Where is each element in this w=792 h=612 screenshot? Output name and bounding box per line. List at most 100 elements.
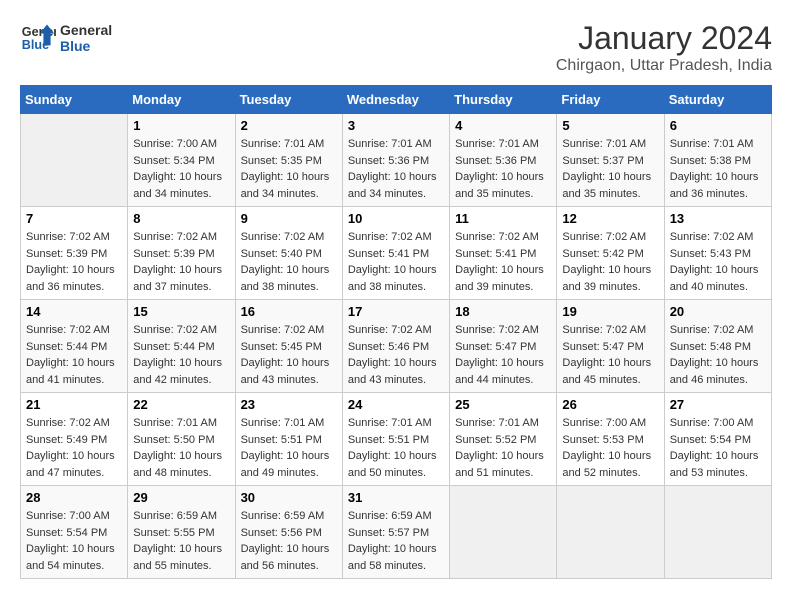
calendar-cell: 30 Sunrise: 6:59 AM Sunset: 5:56 PM Dayli…: [235, 486, 342, 579]
logo-line1: General: [60, 22, 112, 38]
day-info: Sunrise: 7:02 AM Sunset: 5:44 PM Dayligh…: [26, 322, 122, 388]
calendar-cell: 24 Sunrise: 7:01 AM Sunset: 5:51 PM Dayli…: [342, 393, 449, 486]
day-number: 19: [562, 304, 658, 319]
calendar-table: SundayMondayTuesdayWednesdayThursdayFrid…: [20, 85, 772, 579]
day-info: Sunrise: 7:00 AM Sunset: 5:54 PM Dayligh…: [670, 415, 766, 481]
day-info: Sunrise: 7:01 AM Sunset: 5:36 PM Dayligh…: [455, 136, 551, 202]
page-header: General Blue General Blue January 2024 C…: [20, 20, 772, 75]
day-info: Sunrise: 7:01 AM Sunset: 5:35 PM Dayligh…: [241, 136, 337, 202]
logo-line2: Blue: [60, 38, 112, 54]
calendar-cell: 6 Sunrise: 7:01 AM Sunset: 5:38 PM Daylig…: [664, 114, 771, 207]
week-row-1: 7 Sunrise: 7:02 AM Sunset: 5:39 PM Daylig…: [21, 207, 772, 300]
day-number: 12: [562, 211, 658, 226]
calendar-cell: 3 Sunrise: 7:01 AM Sunset: 5:36 PM Daylig…: [342, 114, 449, 207]
day-number: 15: [133, 304, 229, 319]
day-info: Sunrise: 7:01 AM Sunset: 5:51 PM Dayligh…: [348, 415, 444, 481]
calendar-cell: 21 Sunrise: 7:02 AM Sunset: 5:49 PM Dayli…: [21, 393, 128, 486]
title-block: January 2024 Chirgaon, Uttar Pradesh, In…: [556, 20, 772, 75]
day-number: 11: [455, 211, 551, 226]
calendar-cell: 28Sunrise: 7:00 AM Sunset: 5:54 PM Dayli…: [21, 486, 128, 579]
day-number: 29: [133, 490, 229, 505]
day-number: 31: [348, 490, 444, 505]
day-info: Sunrise: 7:02 AM Sunset: 5:44 PM Dayligh…: [133, 322, 229, 388]
day-number: 14: [26, 304, 122, 319]
day-number: 8: [133, 211, 229, 226]
day-number: 18: [455, 304, 551, 319]
calendar-cell: 23Sunrise: 7:01 AM Sunset: 5:51 PM Dayli…: [235, 393, 342, 486]
day-info: Sunrise: 7:02 AM Sunset: 5:45 PM Dayligh…: [241, 322, 337, 388]
calendar-cell: 25Sunrise: 7:01 AM Sunset: 5:52 PM Dayli…: [450, 393, 557, 486]
day-number: 4: [455, 118, 551, 133]
day-info: Sunrise: 7:00 AM Sunset: 5:53 PM Dayligh…: [562, 415, 658, 481]
calendar-cell: 1 Sunrise: 7:00 AM Sunset: 5:34 PM Daylig…: [128, 114, 235, 207]
calendar-cell: 27 Sunrise: 7:00 AM Sunset: 5:54 PM Dayli…: [664, 393, 771, 486]
calendar-cell: 19 Sunrise: 7:02 AM Sunset: 5:47 PM Dayli…: [557, 300, 664, 393]
week-row-4: 28Sunrise: 7:00 AM Sunset: 5:54 PM Dayli…: [21, 486, 772, 579]
week-row-0: 1 Sunrise: 7:00 AM Sunset: 5:34 PM Daylig…: [21, 114, 772, 207]
day-number: 27: [670, 397, 766, 412]
day-number: 26: [562, 397, 658, 412]
day-info: Sunrise: 6:59 AM Sunset: 5:55 PM Dayligh…: [133, 508, 229, 574]
week-row-2: 14 Sunrise: 7:02 AM Sunset: 5:44 PM Dayli…: [21, 300, 772, 393]
calendar-subtitle: Chirgaon, Uttar Pradesh, India: [556, 57, 772, 75]
day-number: 7: [26, 211, 122, 226]
day-number: 3: [348, 118, 444, 133]
day-info: Sunrise: 7:01 AM Sunset: 5:51 PM Dayligh…: [241, 415, 337, 481]
calendar-cell: 18 Sunrise: 7:02 AM Sunset: 5:47 PM Dayli…: [450, 300, 557, 393]
day-number: 28: [26, 490, 122, 505]
calendar-cell: 12Sunrise: 7:02 AM Sunset: 5:42 PM Dayli…: [557, 207, 664, 300]
calendar-cell: 7 Sunrise: 7:02 AM Sunset: 5:39 PM Daylig…: [21, 207, 128, 300]
calendar-cell: 31 Sunrise: 6:59 AM Sunset: 5:57 PM Dayli…: [342, 486, 449, 579]
day-number: 17: [348, 304, 444, 319]
header-cell-saturday: Saturday: [664, 86, 771, 114]
day-info: Sunrise: 6:59 AM Sunset: 5:57 PM Dayligh…: [348, 508, 444, 574]
day-number: 1: [133, 118, 229, 133]
day-info: Sunrise: 7:02 AM Sunset: 5:46 PM Dayligh…: [348, 322, 444, 388]
calendar-cell: 13 Sunrise: 7:02 AM Sunset: 5:43 PM Dayli…: [664, 207, 771, 300]
calendar-cell: 20Sunrise: 7:02 AM Sunset: 5:48 PM Dayli…: [664, 300, 771, 393]
day-info: Sunrise: 7:02 AM Sunset: 5:39 PM Dayligh…: [26, 229, 122, 295]
week-row-3: 21 Sunrise: 7:02 AM Sunset: 5:49 PM Dayli…: [21, 393, 772, 486]
day-number: 30: [241, 490, 337, 505]
header-cell-wednesday: Wednesday: [342, 86, 449, 114]
day-info: Sunrise: 7:01 AM Sunset: 5:36 PM Dayligh…: [348, 136, 444, 202]
calendar-cell: [557, 486, 664, 579]
calendar-cell: [450, 486, 557, 579]
day-info: Sunrise: 7:02 AM Sunset: 5:48 PM Dayligh…: [670, 322, 766, 388]
calendar-cell: 10Sunrise: 7:02 AM Sunset: 5:41 PM Dayli…: [342, 207, 449, 300]
day-number: 22: [133, 397, 229, 412]
header-row: SundayMondayTuesdayWednesdayThursdayFrid…: [21, 86, 772, 114]
day-number: 24: [348, 397, 444, 412]
day-info: Sunrise: 7:02 AM Sunset: 5:39 PM Dayligh…: [133, 229, 229, 295]
day-info: Sunrise: 7:02 AM Sunset: 5:47 PM Dayligh…: [455, 322, 551, 388]
day-number: 25: [455, 397, 551, 412]
day-number: 16: [241, 304, 337, 319]
day-info: Sunrise: 7:02 AM Sunset: 5:41 PM Dayligh…: [455, 229, 551, 295]
day-info: Sunrise: 7:02 AM Sunset: 5:47 PM Dayligh…: [562, 322, 658, 388]
day-number: 6: [670, 118, 766, 133]
day-number: 5: [562, 118, 658, 133]
header-cell-friday: Friday: [557, 86, 664, 114]
day-info: Sunrise: 7:02 AM Sunset: 5:43 PM Dayligh…: [670, 229, 766, 295]
day-info: Sunrise: 7:02 AM Sunset: 5:49 PM Dayligh…: [26, 415, 122, 481]
header-cell-sunday: Sunday: [21, 86, 128, 114]
header-cell-thursday: Thursday: [450, 86, 557, 114]
header-cell-tuesday: Tuesday: [235, 86, 342, 114]
calendar-cell: 11 Sunrise: 7:02 AM Sunset: 5:41 PM Dayli…: [450, 207, 557, 300]
day-number: 21: [26, 397, 122, 412]
day-info: Sunrise: 6:59 AM Sunset: 5:56 PM Dayligh…: [241, 508, 337, 574]
calendar-cell: [21, 114, 128, 207]
day-info: Sunrise: 7:02 AM Sunset: 5:40 PM Dayligh…: [241, 229, 337, 295]
day-number: 13: [670, 211, 766, 226]
calendar-cell: 5 Sunrise: 7:01 AM Sunset: 5:37 PM Daylig…: [557, 114, 664, 207]
calendar-cell: 22Sunrise: 7:01 AM Sunset: 5:50 PM Dayli…: [128, 393, 235, 486]
day-info: Sunrise: 7:01 AM Sunset: 5:37 PM Dayligh…: [562, 136, 658, 202]
calendar-cell: 2 Sunrise: 7:01 AM Sunset: 5:35 PM Daylig…: [235, 114, 342, 207]
calendar-cell: 9 Sunrise: 7:02 AM Sunset: 5:40 PM Daylig…: [235, 207, 342, 300]
day-number: 9: [241, 211, 337, 226]
header-cell-monday: Monday: [128, 86, 235, 114]
calendar-cell: 26 Sunrise: 7:00 AM Sunset: 5:53 PM Dayli…: [557, 393, 664, 486]
day-info: Sunrise: 7:01 AM Sunset: 5:38 PM Dayligh…: [670, 136, 766, 202]
day-number: 2: [241, 118, 337, 133]
day-info: Sunrise: 7:00 AM Sunset: 5:34 PM Dayligh…: [133, 136, 229, 202]
